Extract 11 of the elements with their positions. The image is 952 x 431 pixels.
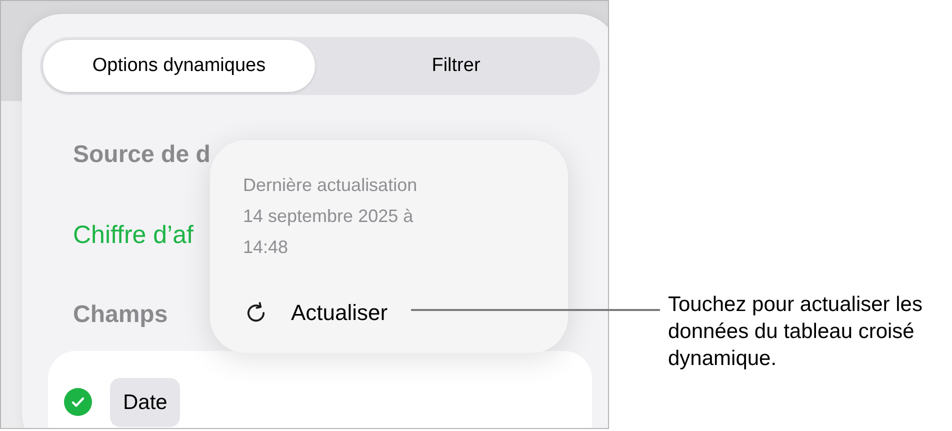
last-refresh-text: Dernière actualisation	[243, 174, 418, 197]
checkmark-icon[interactable]	[64, 388, 92, 416]
section-heading: Champs	[73, 300, 168, 330]
tab[interactable]: Options dynamiques	[43, 40, 315, 92]
refresh-button[interactable]: Actualiser	[243, 296, 388, 329]
last-refresh-text: 14:48	[243, 236, 288, 259]
section-heading: Source de d	[73, 140, 210, 170]
callout-text: Touchez pour actualiser les données du tableau croisé dynamique.	[668, 292, 924, 372]
tab[interactable]: Filtrer	[315, 40, 597, 92]
field-chip[interactable]: Date	[110, 378, 180, 427]
last-refresh-text: 14 septembre 2025 à	[243, 205, 414, 228]
